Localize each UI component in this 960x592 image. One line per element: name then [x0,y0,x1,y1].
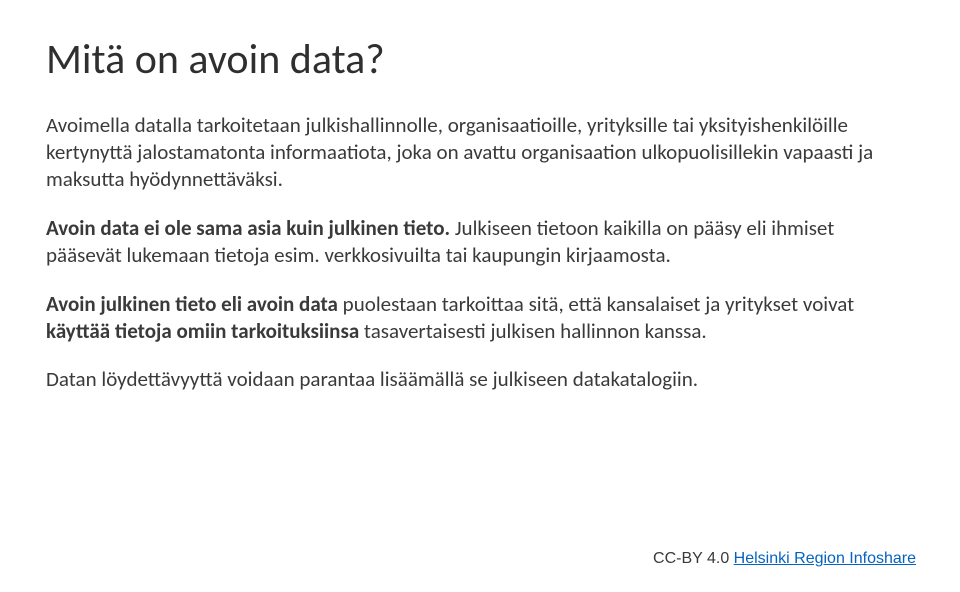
bold-open-public: Avoin julkinen tieto eli avoin data [46,291,338,317]
text-means: puolestaan tarkoittaa sitä, että kansala… [338,291,854,317]
paragraph-contrast: Avoin data ei ole sama asia kuin julkine… [46,215,914,269]
license-link[interactable]: Helsinki Region Infoshare [734,550,916,567]
page-title: Mitä on avoin data? [46,36,914,84]
paragraph-catalog: Datan löydettävyyttä voidaan parantaa li… [46,366,914,393]
paragraph-intro: Avoimella datalla tarkoitetaan julkishal… [46,112,914,193]
license-footer: CC-BY 4.0 Helsinki Region Infoshare [653,550,916,568]
text-equal: tasavertaisesti julkisen hallinnon kanss… [359,318,707,344]
slide: Mitä on avoin data? Avoimella datalla ta… [0,0,960,592]
bold-not-same: Avoin data ei ole sama asia kuin julkine… [46,215,450,241]
license-label: CC-BY 4.0 [653,550,734,567]
paragraph-open-public: Avoin julkinen tieto eli avoin data puol… [46,291,914,345]
bold-own-purposes: käyttää tietoja omiin tarkoituksiinsa [46,318,359,344]
